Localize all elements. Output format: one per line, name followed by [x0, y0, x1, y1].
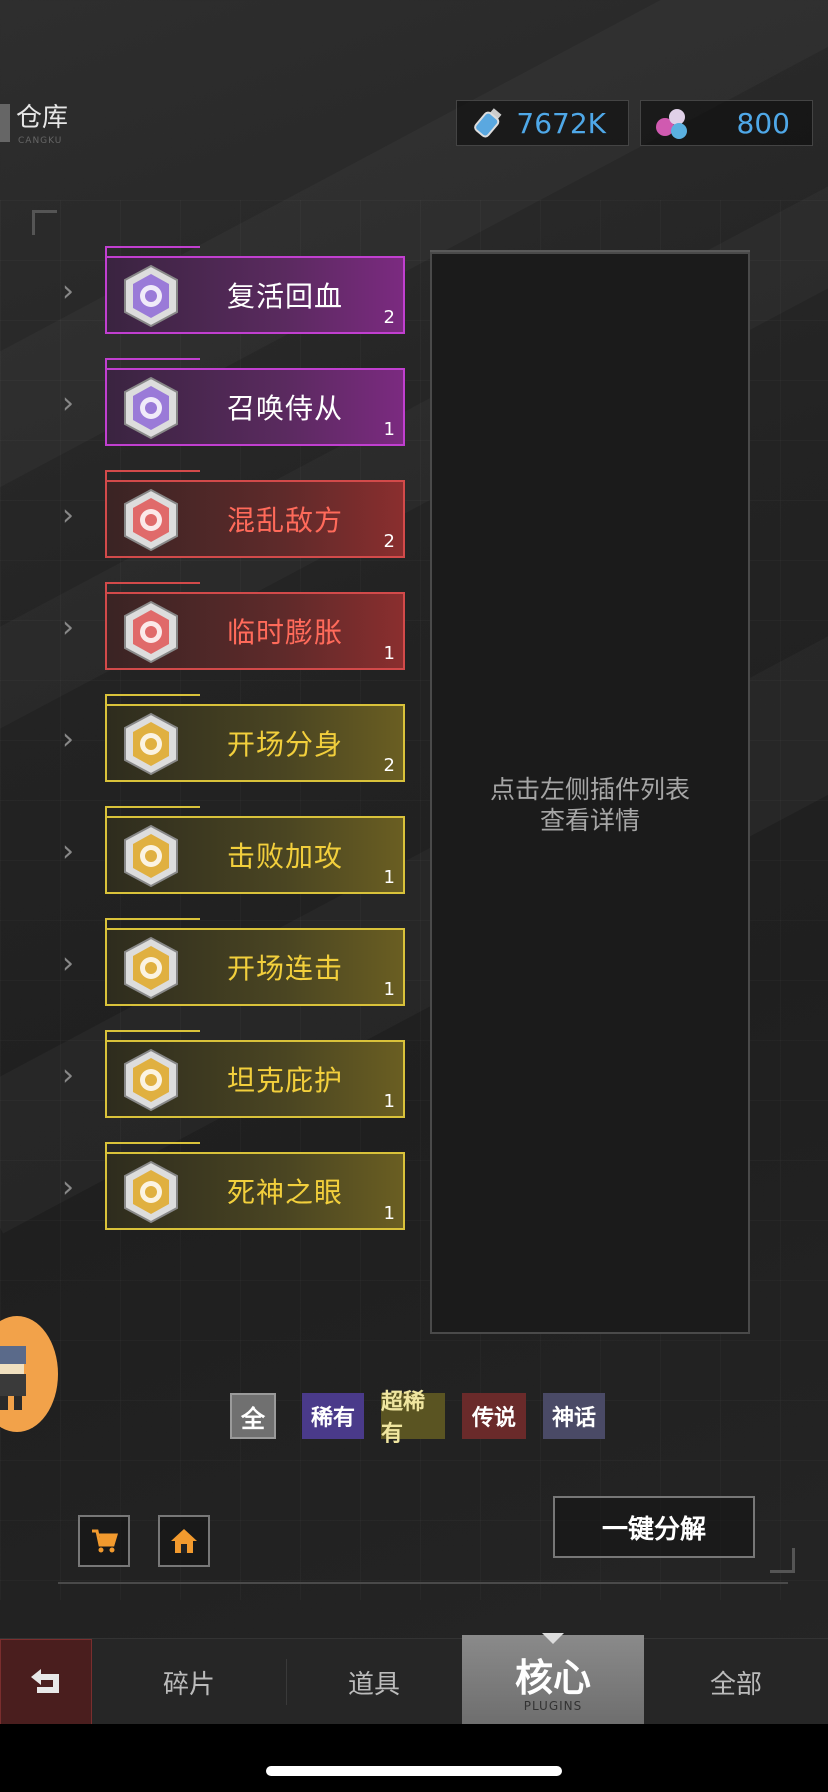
- tab-core[interactable]: 核心 PLUGINS: [462, 1633, 644, 1725]
- plugin-count: 1: [383, 419, 395, 440]
- plugin-name: 开场连击: [227, 952, 344, 985]
- detail-panel: 点击左侧插件列表 查看详情: [430, 252, 750, 1334]
- tab-core-sublabel: PLUGINS: [523, 1699, 583, 1713]
- chevron-right-icon: ›: [62, 946, 74, 981]
- summon-emblem-icon: [124, 376, 178, 440]
- page-title: 仓库: [16, 103, 69, 133]
- chevron-right-icon: ›: [62, 498, 74, 533]
- warehouse-header: 仓库 CANGKU: [0, 103, 69, 146]
- plugin-item[interactable]: 复活回血 2: [105, 246, 405, 334]
- plugin-count: 1: [383, 643, 395, 664]
- back-arrow-icon: [31, 1669, 59, 1693]
- chevron-right-icon: ›: [62, 274, 74, 309]
- clone-emblem-icon: [124, 712, 178, 776]
- chevron-right-icon: ›: [62, 834, 74, 869]
- home-icon: [171, 1529, 197, 1553]
- plugin-name: 临时膨胀: [227, 616, 344, 649]
- inflate-emblem-icon: [124, 600, 178, 664]
- plugin-count: 1: [383, 1203, 395, 1224]
- plugin-name: 混乱敌方: [227, 504, 344, 537]
- decompose-all-button[interactable]: 一键分解: [553, 1496, 755, 1558]
- detail-hint: 点击左侧插件列表 查看详情: [489, 775, 690, 835]
- filter-rare-button[interactable]: 稀有: [302, 1393, 364, 1439]
- plugin-item[interactable]: 开场分身 2: [105, 694, 405, 782]
- combo-emblem-icon: [124, 936, 178, 1000]
- currency-gem-value: 800: [736, 106, 790, 140]
- plugin-count: 1: [383, 867, 395, 888]
- plugin-name: 死神之眼: [227, 1176, 344, 1209]
- currency-gem[interactable]: 800: [640, 100, 813, 146]
- home-indicator[interactable]: [266, 1766, 562, 1776]
- plugin-name: 击败加攻: [227, 840, 344, 873]
- chevron-right-icon: ›: [62, 722, 74, 757]
- back-button[interactable]: [0, 1639, 92, 1725]
- plugin-item[interactable]: 召唤侍从 1: [105, 358, 405, 446]
- revive-emblem-icon: [124, 264, 178, 328]
- plugin-name: 坦克庇护: [227, 1064, 344, 1097]
- gem-cluster-icon: [656, 109, 687, 139]
- chevron-right-icon: ›: [62, 386, 74, 421]
- filter-super-rare-button[interactable]: 超稀有: [381, 1389, 445, 1447]
- plugin-name: 召唤侍从: [227, 392, 344, 425]
- filter-all-button[interactable]: 全: [230, 1393, 276, 1439]
- chaos-emblem-icon: [124, 488, 178, 552]
- cart-icon: [92, 1529, 119, 1553]
- chevron-right-icon: ›: [62, 1058, 74, 1093]
- plugin-name: 开场分身: [227, 728, 344, 761]
- chevron-right-icon: ›: [62, 610, 74, 645]
- plugin-count: 1: [383, 1091, 395, 1112]
- tab-items[interactable]: 道具: [286, 1639, 462, 1725]
- filter-myth-button[interactable]: 神话: [543, 1393, 605, 1439]
- plugin-count: 1: [383, 979, 395, 1000]
- filter-legend-button[interactable]: 传说: [462, 1393, 526, 1439]
- home-button[interactable]: [158, 1515, 210, 1567]
- reaper-emblem-icon: [124, 1160, 178, 1224]
- plugin-count: 2: [383, 531, 395, 552]
- tab-core-label: 核心: [514, 1655, 591, 1700]
- currency-energy-value: 7672K: [516, 106, 606, 140]
- shop-button[interactable]: [78, 1515, 130, 1567]
- tab-all[interactable]: 全部: [644, 1639, 828, 1725]
- plugin-item[interactable]: 坦克庇护 1: [105, 1030, 405, 1118]
- bottom-nav: 碎片 道具 核心 PLUGINS 全部: [0, 1633, 828, 1725]
- tank-emblem-icon: [124, 1048, 178, 1112]
- energy-bottle-icon: [474, 108, 502, 138]
- plugin-item[interactable]: 开场连击 1: [105, 918, 405, 1006]
- chevron-right-icon: ›: [62, 1170, 74, 1205]
- attack-emblem-icon: [124, 824, 178, 888]
- plugin-count: 2: [383, 307, 395, 328]
- currency-energy[interactable]: 7672K: [456, 100, 629, 146]
- plugin-count: 2: [383, 755, 395, 776]
- page-subtitle: CANGKU: [18, 136, 63, 146]
- plugin-item[interactable]: 死神之眼 1: [105, 1142, 405, 1230]
- plugin-name: 复活回血: [227, 280, 344, 313]
- tab-fragments[interactable]: 碎片: [92, 1639, 286, 1725]
- plugin-item[interactable]: 击败加攻 1: [105, 806, 405, 894]
- plugin-item[interactable]: 混乱敌方 2: [105, 470, 405, 558]
- plugin-item[interactable]: 临时膨胀 1: [105, 582, 405, 670]
